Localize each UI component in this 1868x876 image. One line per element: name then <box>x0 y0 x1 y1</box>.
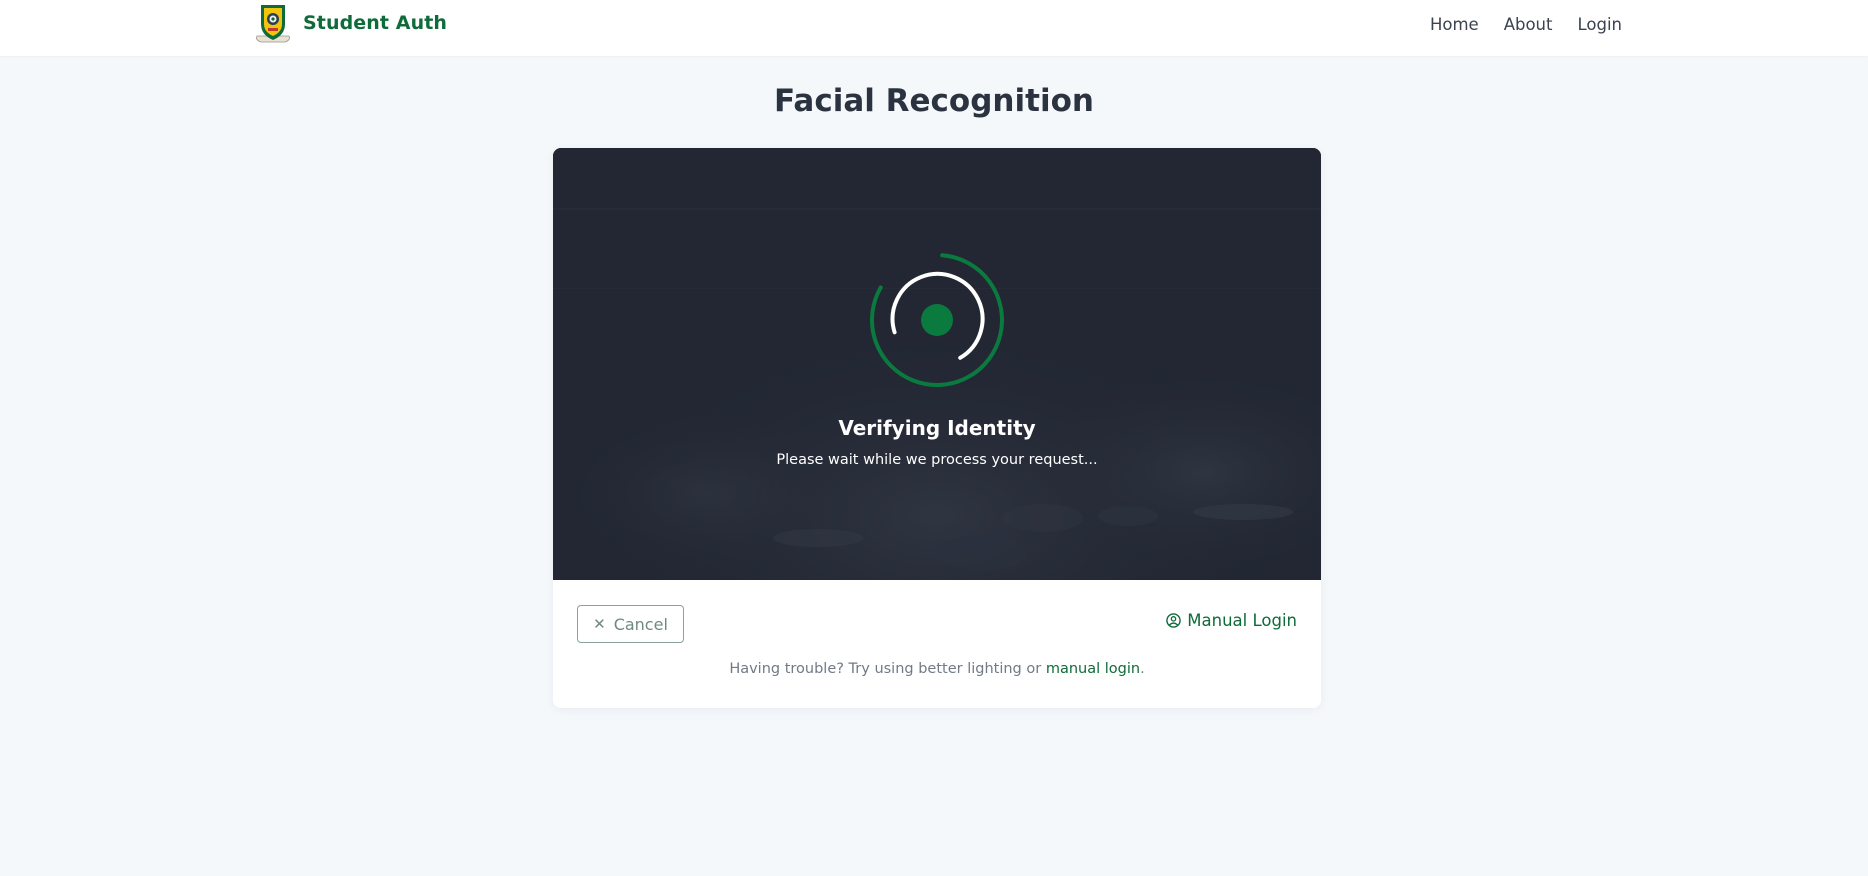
page-title: Facial Recognition <box>774 83 1094 119</box>
help-text-suffix: . <box>1140 661 1145 677</box>
recognition-card: Verifying Identity Please wait while we … <box>553 148 1321 708</box>
manual-login-button[interactable]: Manual Login <box>1166 611 1297 630</box>
help-text-prefix: Having trouble? Try using better lightin… <box>729 661 1046 677</box>
brand-link[interactable]: Student Auth <box>253 2 447 44</box>
camera-feed: Verifying Identity Please wait while we … <box>553 148 1321 580</box>
nav-link-about[interactable]: About <box>1504 13 1553 37</box>
cancel-button[interactable]: ✕ Cancel <box>577 605 684 643</box>
user-circle-icon <box>1166 613 1182 628</box>
verification-status-title: Verifying Identity <box>838 416 1036 440</box>
manual-login-label: Manual Login <box>1187 611 1297 630</box>
scanning-loader-icon <box>870 253 1004 387</box>
help-text: Having trouble? Try using better lightin… <box>553 661 1321 677</box>
university-crest-icon <box>256 5 290 43</box>
verification-status-subtitle: Please wait while we process your reques… <box>776 452 1098 468</box>
manual-login-link[interactable]: manual login <box>1046 661 1140 677</box>
cancel-button-label: Cancel <box>613 614 668 634</box>
nav-link-home[interactable]: Home <box>1430 13 1479 37</box>
nav-links: Home About Login <box>1430 13 1622 37</box>
close-icon: ✕ <box>593 614 606 633</box>
navbar: Student Auth Home About Login <box>0 0 1868 56</box>
brand-name: Student Auth <box>303 12 448 34</box>
nav-link-login[interactable]: Login <box>1577 13 1622 37</box>
